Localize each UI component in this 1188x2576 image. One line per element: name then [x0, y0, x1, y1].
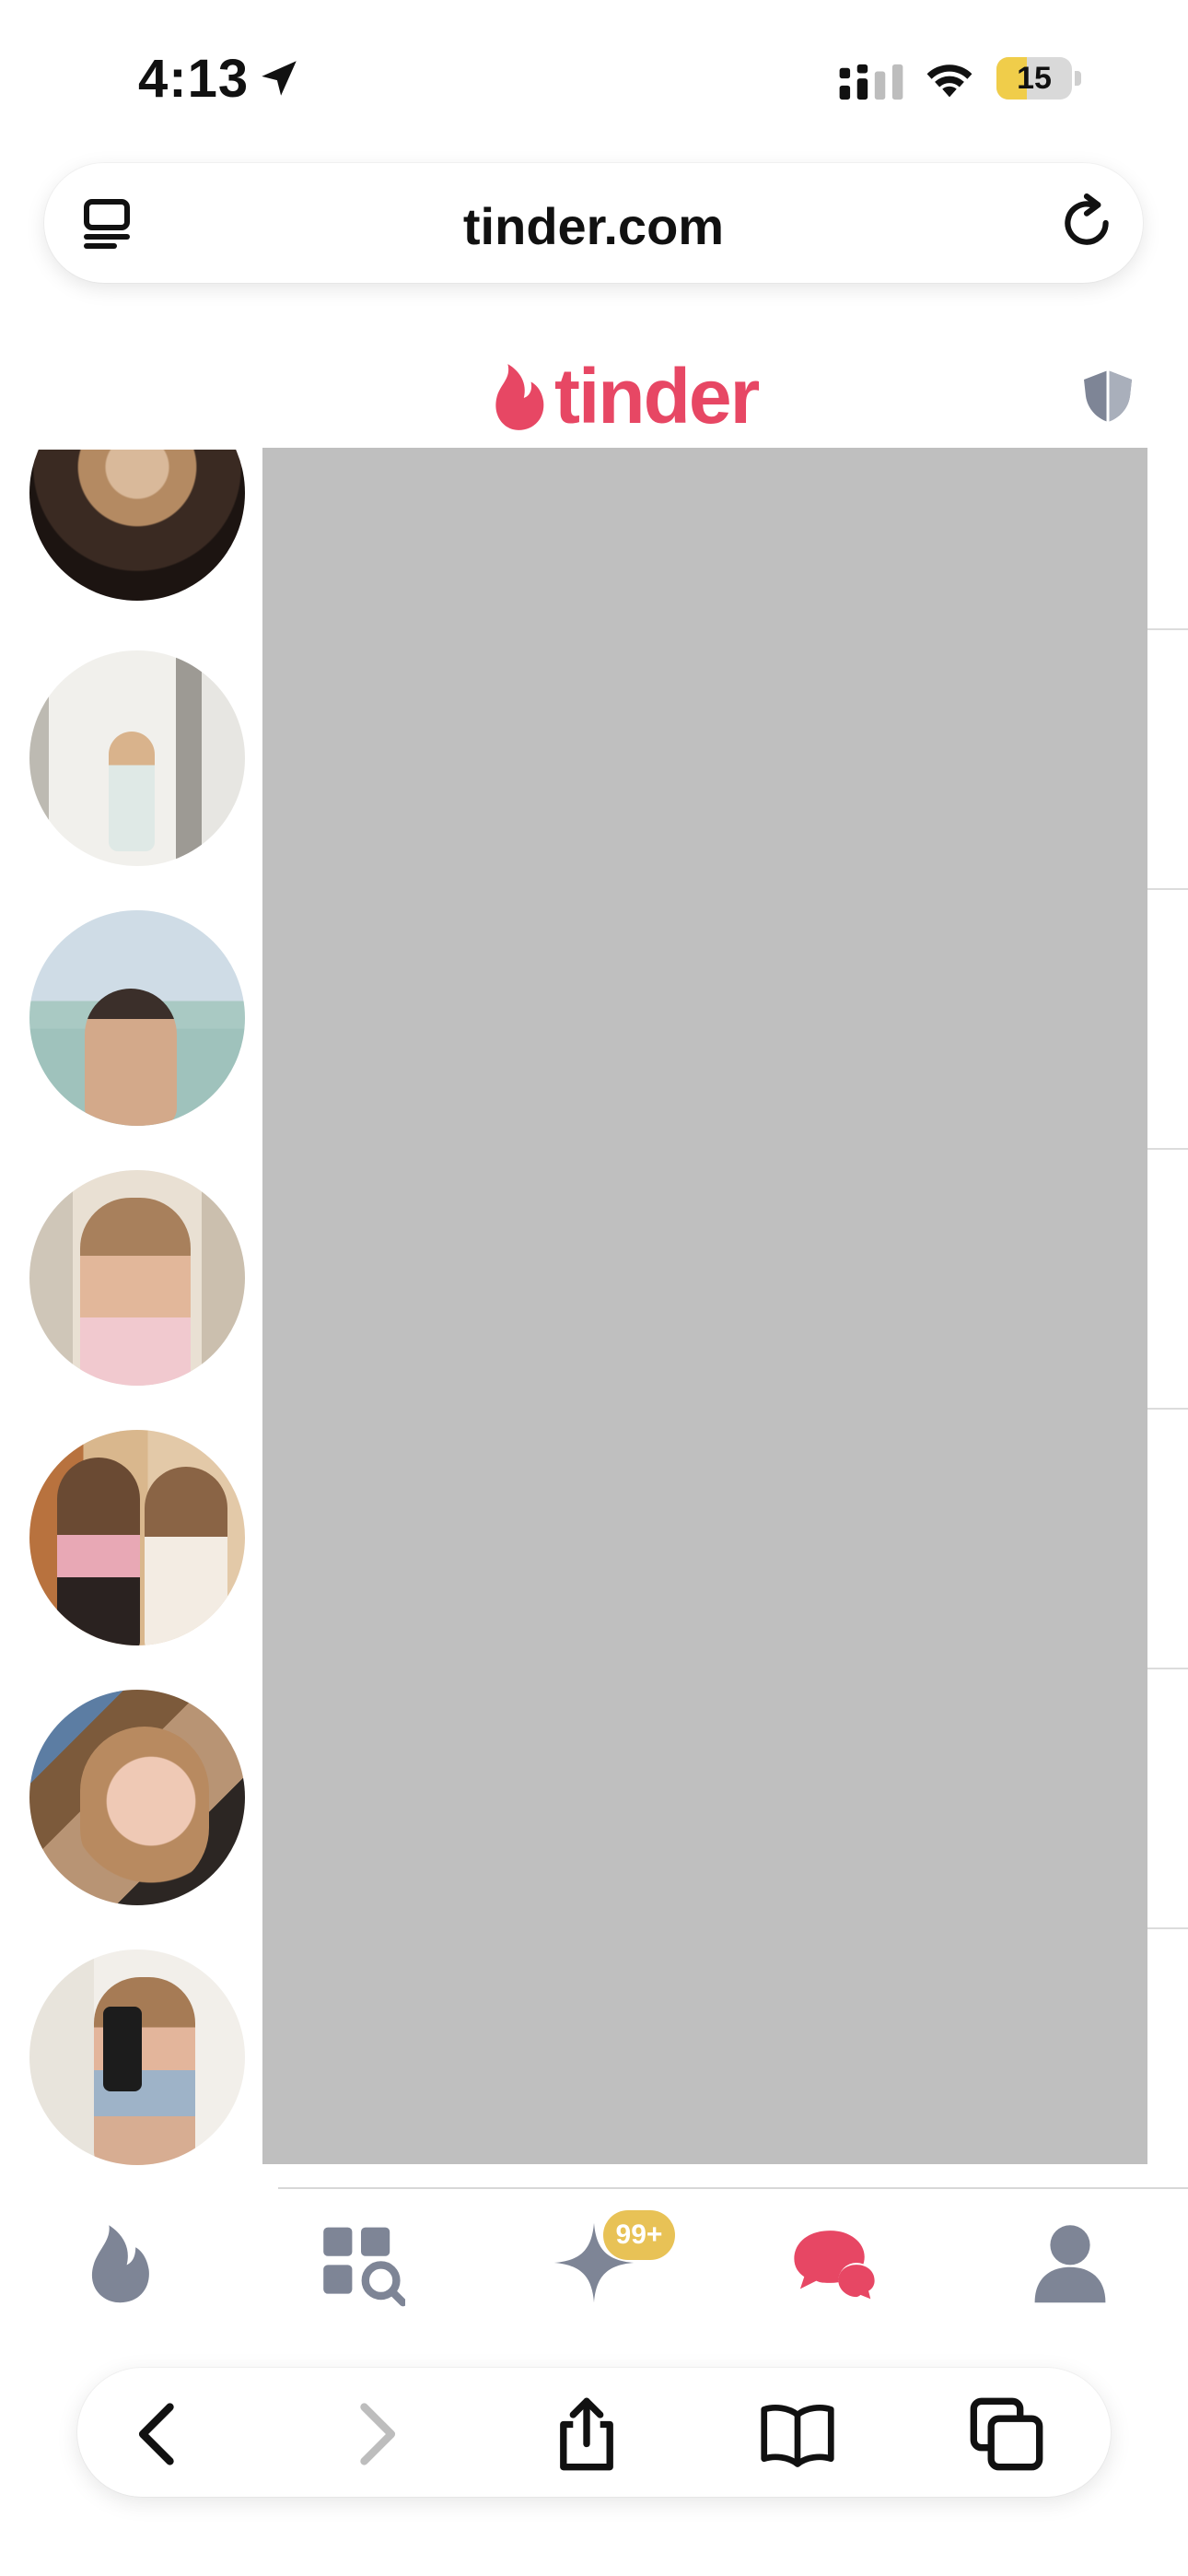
- status-time: 4:13: [138, 49, 250, 109]
- explore-icon[interactable]: [317, 2219, 405, 2307]
- match-avatar-1[interactable]: [29, 450, 245, 601]
- match-avatar-7[interactable]: [29, 1950, 245, 2165]
- battery-level: 15: [1017, 61, 1052, 96]
- tinder-flame-icon: [495, 364, 544, 430]
- tinder-bottom-nav: 99+: [0, 2193, 1188, 2331]
- match-avatar-4[interactable]: [29, 1170, 245, 1386]
- back-icon[interactable]: [122, 2395, 199, 2473]
- bookmarks-icon[interactable]: [759, 2395, 836, 2473]
- match-avatar-6[interactable]: [29, 1690, 245, 1905]
- safety-shield-icon[interactable]: [1079, 367, 1136, 426]
- divider: [1147, 888, 1188, 890]
- divider: [1147, 1408, 1188, 1410]
- forward-icon[interactable]: [335, 2395, 413, 2473]
- reload-icon[interactable]: [1056, 193, 1117, 253]
- cellular-signal-icon: [839, 64, 903, 100]
- match-avatar-3[interactable]: [29, 910, 245, 1126]
- share-icon[interactable]: [548, 2395, 625, 2473]
- safari-toolbar: [77, 2368, 1111, 2497]
- divider: [1147, 1927, 1188, 1929]
- address-bar[interactable]: tinder.com: [44, 163, 1143, 283]
- messages-icon[interactable]: [790, 2219, 879, 2307]
- wifi-icon: [926, 64, 973, 98]
- nav-divider: [278, 2187, 1188, 2189]
- battery-icon: 15: [996, 57, 1081, 100]
- match-list[interactable]: [0, 450, 262, 2165]
- profile-card-placeholder[interactable]: [262, 448, 1147, 2164]
- tabs-icon[interactable]: [968, 2395, 1045, 2473]
- divider: [1147, 628, 1188, 630]
- home-flame-icon[interactable]: [74, 2219, 162, 2307]
- tinder-wordmark: tinder: [554, 353, 760, 439]
- status-bar: 4:13 15: [0, 0, 1188, 157]
- tinder-logo[interactable]: tinder: [490, 353, 760, 439]
- location-arrow-icon: [262, 61, 297, 96]
- url-text[interactable]: tinder.com: [44, 196, 1143, 256]
- divider: [1147, 1148, 1188, 1150]
- profile-icon[interactable]: [1026, 2219, 1114, 2307]
- match-avatar-2[interactable]: [29, 650, 245, 866]
- match-avatar-5[interactable]: [29, 1430, 245, 1645]
- likes-badge: 99+: [603, 2210, 675, 2260]
- divider: [1147, 1668, 1188, 1669]
